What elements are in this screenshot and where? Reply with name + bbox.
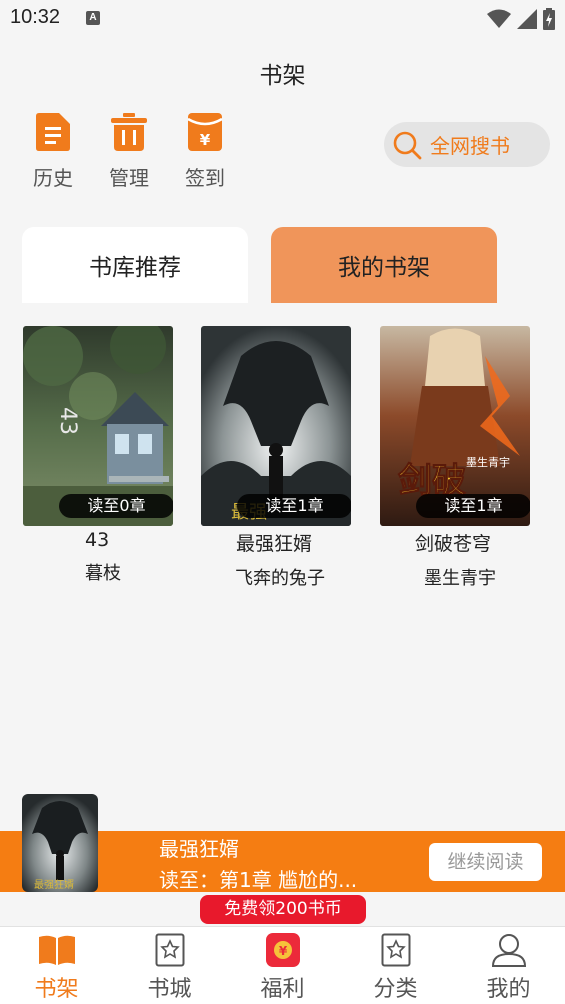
- nav-item-bookstore[interactable]: 书城: [113, 927, 226, 1004]
- book-item[interactable]: 最强 读至1章 最强狂婿 飞奔的兔子: [201, 326, 351, 590]
- book-item[interactable]: 剑破 墨生青宇 读至1章 剑破苍穹 墨生青宇: [380, 326, 530, 590]
- nav-item-category[interactable]: 分类: [339, 927, 452, 1004]
- book-item[interactable]: 43 读至0章 43 暮枝: [23, 326, 173, 585]
- continue-reading-button[interactable]: 继续阅读: [429, 843, 542, 881]
- star-book-icon: [150, 932, 190, 968]
- status-bar: 10:32 A: [0, 0, 565, 40]
- notification-icon: A: [86, 11, 100, 25]
- nav-label: 福利: [260, 977, 305, 1002]
- svg-text:最强狂婿: 最强狂婿: [34, 878, 74, 891]
- history-label: 历史: [33, 166, 73, 190]
- free-coins-promo-button[interactable]: 免费领200书币: [200, 895, 366, 924]
- book-cover[interactable]: 剑破 墨生青宇 读至1章: [380, 326, 530, 526]
- history-button[interactable]: 历史: [26, 110, 80, 191]
- search-icon: [393, 131, 422, 159]
- svg-text:¥: ¥: [200, 131, 211, 149]
- continue-reading-chapter: 读至：第1章 尴尬的...: [159, 868, 358, 892]
- reading-progress-badge: 读至0章: [59, 494, 173, 518]
- nav-item-bookshelf[interactable]: 书架: [0, 927, 113, 1004]
- open-book-icon: [37, 932, 77, 968]
- reading-progress-badge: 读至1章: [237, 494, 351, 518]
- reading-progress-badge: 读至1章: [416, 494, 530, 518]
- book-cover[interactable]: 43 读至0章: [23, 326, 173, 526]
- svg-text:43: 43: [55, 407, 80, 435]
- checkin-label: 签到: [185, 166, 225, 190]
- category-book-icon: [376, 932, 416, 968]
- status-time: 10:32: [10, 6, 61, 28]
- nav-label: 书架: [34, 977, 79, 1002]
- svg-text:¥: ¥: [278, 944, 287, 958]
- tab-library-recommend[interactable]: 书库推荐: [22, 227, 248, 303]
- signal-icon: [517, 9, 537, 29]
- manage-button[interactable]: 管理: [102, 110, 156, 191]
- nav-label: 我的: [486, 977, 531, 1002]
- book-title: 43: [85, 529, 110, 551]
- manage-label: 管理: [109, 166, 149, 190]
- nav-item-welfare[interactable]: ¥ 福利: [226, 927, 339, 1004]
- svg-text:墨生青宇: 墨生青宇: [466, 455, 510, 469]
- quick-actions: 历史 管理 ¥ 签到: [26, 110, 232, 191]
- trash-icon: [109, 110, 149, 154]
- user-icon: [489, 932, 529, 968]
- document-icon: [33, 110, 73, 154]
- book-title: 剑破苍穹: [415, 533, 492, 555]
- search-label: 全网搜书: [430, 134, 510, 158]
- book-cover[interactable]: 最强 读至1章: [201, 326, 351, 526]
- gift-envelope-icon: ¥: [263, 932, 303, 968]
- book-author: 暮枝: [85, 563, 121, 584]
- yen-envelope-icon: ¥: [185, 110, 225, 154]
- search-button[interactable]: 全网搜书: [384, 122, 550, 167]
- book-author: 墨生青宇: [424, 568, 496, 589]
- nav-label: 分类: [373, 977, 418, 1002]
- book-title: 最强狂婿: [236, 533, 313, 555]
- continue-reading-cover[interactable]: 最强狂婿: [22, 794, 98, 892]
- wifi-icon: [487, 9, 511, 28]
- checkin-button[interactable]: ¥ 签到: [178, 110, 232, 191]
- nav-item-mine[interactable]: 我的: [452, 927, 565, 1004]
- continue-reading-title: 最强狂婿: [159, 837, 239, 861]
- nav-label: 书城: [147, 977, 192, 1002]
- tab-my-bookshelf[interactable]: 我的书架: [271, 227, 497, 303]
- book-author: 飞奔的兔子: [235, 568, 325, 589]
- page-title: 书架: [259, 63, 306, 89]
- status-indicators: [487, 8, 555, 30]
- bottom-nav: 书架 书城 ¥ 福利 分类 我的: [0, 926, 565, 1004]
- battery-icon: [543, 8, 555, 30]
